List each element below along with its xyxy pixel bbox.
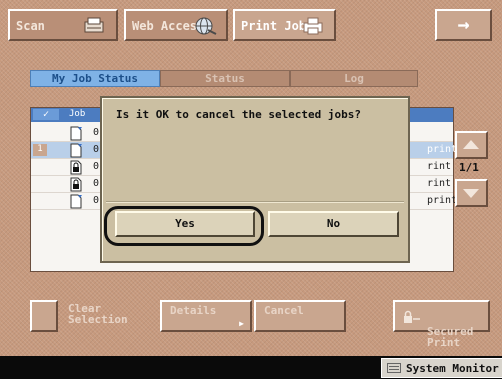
triangle-up-icon bbox=[463, 140, 479, 149]
scroll-up-button[interactable] bbox=[455, 131, 488, 159]
scanner-icon bbox=[84, 17, 104, 33]
job-type: rint bbox=[427, 178, 452, 189]
tab-print-job[interactable]: Print Job bbox=[233, 9, 336, 41]
no-button[interactable]: No bbox=[268, 211, 399, 237]
caret-right-icon: ▶ bbox=[239, 319, 244, 328]
system-monitor-icon bbox=[387, 363, 401, 373]
page-indicator: 1/1 bbox=[459, 161, 479, 174]
document-icon bbox=[70, 194, 82, 209]
secured-print-button[interactable]: Secured Print bbox=[393, 300, 490, 348]
system-monitor-label: System Monitor bbox=[406, 362, 499, 375]
tab-print-job-label: Print Job bbox=[241, 19, 307, 33]
job-number: 0 bbox=[93, 178, 100, 189]
clear-selection-button[interactable]: Clear Selection bbox=[60, 300, 158, 332]
yes-button-highlight bbox=[104, 206, 264, 246]
document-icon bbox=[70, 143, 82, 158]
job-column-header: Job bbox=[69, 109, 86, 119]
secured-print-label: Secured Print bbox=[427, 325, 474, 349]
status-bar: System Monitor bbox=[0, 356, 502, 379]
lock-icon bbox=[404, 310, 420, 323]
globe-icon bbox=[195, 17, 217, 35]
clear-selection-box[interactable] bbox=[30, 300, 58, 332]
job-number: 0 bbox=[93, 195, 100, 206]
scroll-down-button[interactable] bbox=[455, 179, 488, 207]
dialog-message: Is it OK to cancel the selected jobs? bbox=[116, 108, 362, 121]
secured-document-icon bbox=[70, 160, 82, 175]
subtab-status[interactable]: Status bbox=[160, 70, 290, 87]
select-all-checkbox[interactable]: ✓ bbox=[33, 109, 59, 120]
system-monitor-button[interactable]: System Monitor bbox=[381, 358, 502, 378]
job-type: print bbox=[427, 195, 458, 206]
arrow-right-icon: → bbox=[457, 12, 470, 36]
job-type: rint bbox=[427, 161, 452, 172]
dialog-divider bbox=[106, 201, 404, 203]
next-arrow-button[interactable]: → bbox=[435, 9, 492, 41]
tab-web-access[interactable]: Web Access bbox=[124, 9, 228, 41]
tab-scan[interactable]: Scan bbox=[8, 9, 118, 41]
job-number: 0 bbox=[93, 127, 100, 138]
subtab-log[interactable]: Log bbox=[290, 70, 418, 87]
copier-touch-panel: Scan Web Access Print Job → My Job Statu… bbox=[0, 0, 502, 356]
job-number: 0 bbox=[93, 144, 100, 155]
document-icon bbox=[70, 126, 82, 141]
job-type: print bbox=[427, 144, 458, 155]
details-button[interactable]: Details ▶ bbox=[160, 300, 252, 332]
job-number: 0 bbox=[93, 161, 100, 172]
tab-scan-label: Scan bbox=[16, 19, 45, 33]
printer-icon bbox=[303, 17, 323, 35]
details-label: Details bbox=[170, 304, 217, 317]
triangle-down-icon bbox=[463, 189, 479, 198]
row-index: 1 bbox=[33, 144, 47, 156]
subtab-my-job-status[interactable]: My Job Status bbox=[30, 70, 160, 87]
secured-document-icon bbox=[70, 177, 82, 192]
cancel-button[interactable]: Cancel bbox=[254, 300, 346, 332]
